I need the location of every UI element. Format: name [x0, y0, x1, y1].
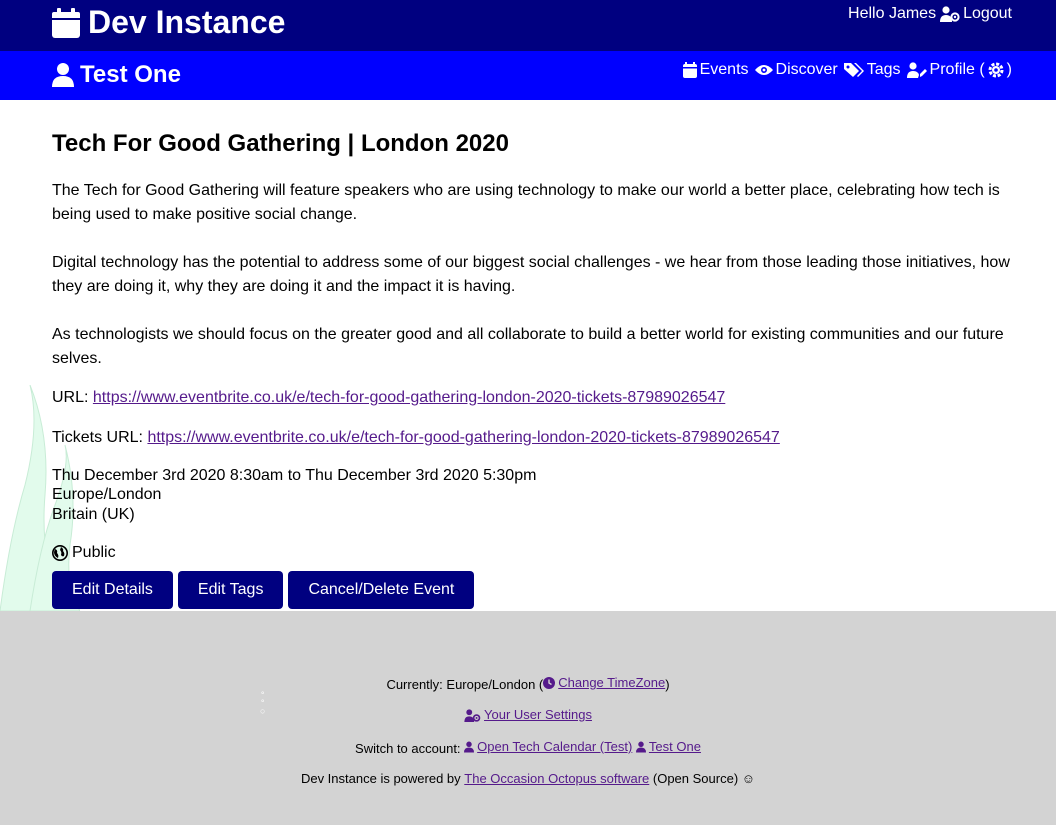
site-title[interactable]: Dev Instance — [52, 4, 285, 41]
tags-icon — [843, 63, 864, 77]
event-url-label: URL: — [52, 389, 89, 406]
user-cog-icon — [940, 6, 960, 22]
user-edit-icon — [906, 62, 927, 78]
nav-events[interactable]: Events — [682, 61, 749, 79]
account-title-text: Test One — [80, 61, 181, 88]
event-url-row: URL: https://www.eventbrite.co.uk/e/tech… — [52, 388, 725, 408]
change-timezone-link[interactable]: Change TimeZone — [543, 675, 665, 691]
account-title[interactable]: Test One — [52, 61, 181, 89]
calendar-icon — [52, 7, 80, 38]
event-description-paragraph: Digital technology has the potential to … — [52, 254, 1010, 295]
event-timezone: Europe/London — [52, 486, 162, 503]
nav-tags[interactable]: Tags — [843, 61, 901, 79]
edit-tags-button[interactable]: Edit Tags — [177, 571, 284, 609]
clock-icon — [543, 677, 556, 689]
user-settings-label: Your User Settings — [484, 707, 592, 722]
timezone-info: Currently: Europe/London ( Change TimeZon… — [0, 675, 1056, 693]
gear-icon — [988, 62, 1004, 78]
nav-profile-close: ) — [1006, 61, 1012, 78]
powered-by: Dev Instance is powered by The Occasion … — [0, 771, 1056, 787]
switch-account-link[interactable]: Open Tech Calendar (Test) — [464, 739, 632, 755]
switch-account-row: Switch to account: Open Tech Calendar (T… — [0, 739, 1056, 757]
currently-suffix: ) — [665, 677, 670, 692]
nav-discover-label: Discover — [775, 61, 838, 78]
logout-label: Logout — [963, 5, 1012, 22]
change-timezone-label: Change TimeZone — [558, 675, 666, 690]
calendar-icon — [682, 62, 697, 78]
user-settings-row: Your User Settings — [0, 707, 1056, 726]
nav-events-label: Events — [699, 61, 749, 78]
site-title-text: Dev Instance — [88, 4, 286, 40]
event-actions: Edit Details Edit Tags Cancel/Delete Eve… — [52, 571, 475, 609]
switch-account-link[interactable]: Test One — [635, 739, 701, 755]
nav-discover[interactable]: Discover — [754, 61, 838, 79]
switch-account-label: Open Tech Calendar (Test) — [477, 739, 633, 754]
user-nav: Hello James Logout — [848, 5, 1012, 23]
event-detail: Tech For Good Gathering | London 2020 Th… — [52, 100, 1016, 611]
nav-tags-label: Tags — [866, 61, 901, 78]
software-link[interactable]: The Occasion Octopus software — [464, 771, 649, 787]
powered-by-prefix: Dev Instance is powered by — [300, 771, 461, 786]
event-tickets-url-row: Tickets URL: https://www.eventbrite.co.u… — [52, 428, 780, 448]
user-cog-icon — [464, 708, 481, 722]
nav-profile[interactable]: Profile ( ) — [906, 61, 1012, 79]
event-datetime: Thu December 3rd 2020 8:30am to Thu Dece… — [52, 467, 537, 484]
switch-account-prefix: Switch to account: — [355, 741, 461, 756]
edit-details-button[interactable]: Edit Details — [52, 571, 173, 609]
powered-by-suffix: (Open Source) ☺ — [652, 771, 756, 786]
user-icon — [635, 741, 646, 753]
event-tickets-url-link[interactable]: https://www.eventbrite.co.uk/e/tech-for-… — [147, 429, 779, 446]
account-nav: Events Discover Tags Profile () — [682, 61, 1012, 79]
logout-link[interactable]: Logout — [940, 5, 1012, 23]
event-visibility-label: Public — [72, 544, 116, 561]
event-url-link[interactable]: https://www.eventbrite.co.uk/e/tech-for-… — [93, 389, 725, 406]
account-bar: Test One Events Discover Tags Profile (… — [0, 51, 1056, 100]
nav-profile-label: Profile ( — [929, 61, 985, 78]
event-country: Britain (UK) — [52, 506, 135, 523]
currently-prefix: Currently: Europe/London ( — [386, 677, 544, 692]
greeting: Hello James — [848, 5, 937, 22]
eye-icon — [754, 65, 773, 75]
user-icon — [464, 741, 475, 753]
event-title: Tech For Good Gathering | London 2020 — [52, 130, 509, 157]
globe-icon — [52, 545, 68, 561]
event-tickets-url-label: Tickets URL: — [52, 429, 143, 446]
event-visibility: Public — [52, 543, 116, 563]
event-description-paragraph: The Tech for Good Gathering will feature… — [52, 182, 1000, 223]
user-settings-link[interactable]: Your User Settings — [464, 707, 592, 723]
user-icon — [52, 63, 74, 87]
site-header: Dev Instance Hello James Logout — [0, 0, 1056, 51]
event-description-paragraph: As technologists we should focus on the … — [52, 326, 1004, 367]
switch-account-label: Test One — [648, 739, 701, 754]
cancel-delete-event-button[interactable]: Cancel/Delete Event — [288, 571, 475, 609]
footer: ° ° ○ Currently: Europe/London (Change Tim… — [0, 611, 1056, 825]
